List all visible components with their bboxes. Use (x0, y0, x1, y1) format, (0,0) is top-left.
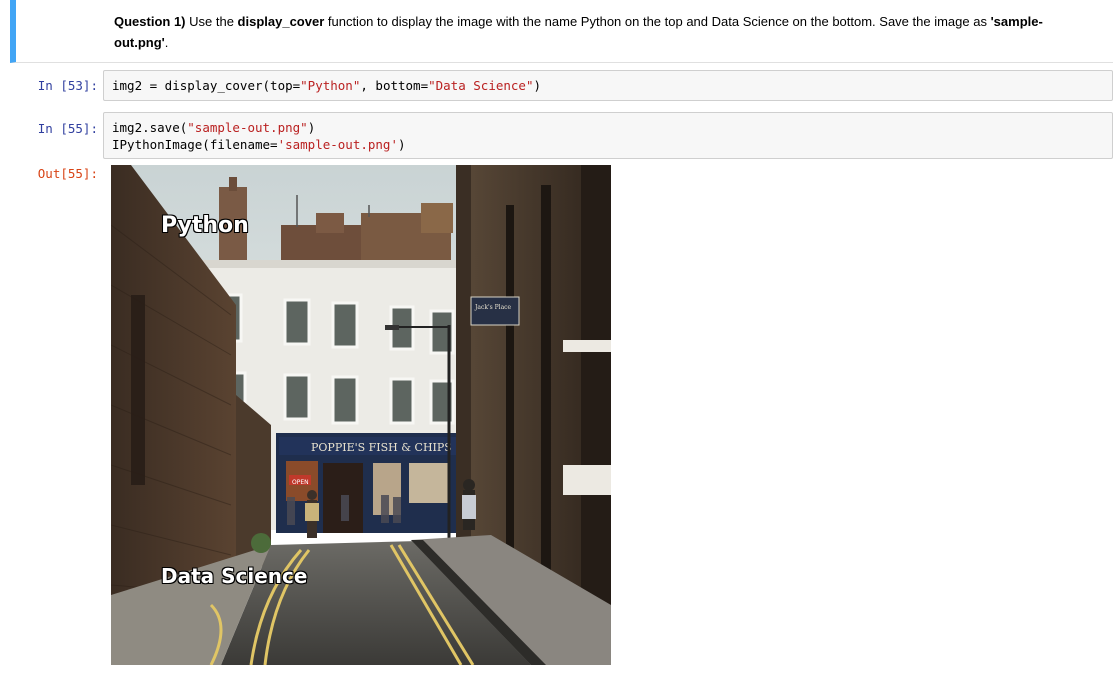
code-token: IPythonImage(filename= (112, 137, 278, 152)
question-text-part: function to display the image with the n… (324, 14, 991, 29)
code-cell-53[interactable]: img2 = display_cover(top="Python", botto… (103, 70, 1113, 101)
code-token: ) (307, 120, 316, 135)
code-token: img2 = display_cover(top= (112, 78, 301, 93)
open-sign-text: OPEN (292, 479, 309, 486)
code-string: "sample-out.png" (187, 120, 308, 135)
hanging-sign-text: Jack's Place (474, 304, 512, 311)
code-line: img2.save("sample-out.png") (112, 120, 315, 135)
code-cell-55[interactable]: img2.save("sample-out.png") IPythonImage… (103, 112, 1113, 159)
street-scene-image: POPPIE'S FISH & CHIPS OPEN Jack's Place (111, 165, 611, 665)
question-text-part: Use the (185, 14, 238, 29)
code-token: , bottom= (360, 78, 429, 93)
code-string: 'sample-out.png' (277, 137, 398, 152)
function-name: display_cover (237, 14, 325, 29)
code-token: ) (533, 78, 541, 93)
output-prompt: Out[55]: (37, 166, 98, 181)
code-string: "Python" (300, 78, 361, 93)
question-text-part: . (164, 35, 169, 50)
code-token: ) (398, 137, 406, 152)
top-caption: Python (161, 213, 249, 238)
bottom-caption: Data Science (161, 564, 308, 588)
question-text: Question 1) Use the display_cover functi… (114, 11, 1094, 53)
input-prompt: In [55]: (37, 121, 98, 136)
code-line: IPythonImage(filename='sample-out.png') (112, 137, 406, 152)
markdown-cell[interactable]: Question 1) Use the display_cover functi… (10, 0, 1113, 63)
input-prompt: In [53]: (37, 78, 98, 93)
question-label: Question 1) (114, 14, 186, 29)
code-string: "Data Science" (428, 78, 534, 93)
shop-sign-text: POPPIE'S FISH & CHIPS (311, 441, 452, 454)
code-token: img2.save( (112, 120, 188, 135)
output-image: POPPIE'S FISH & CHIPS OPEN Jack's Place … (111, 165, 611, 665)
